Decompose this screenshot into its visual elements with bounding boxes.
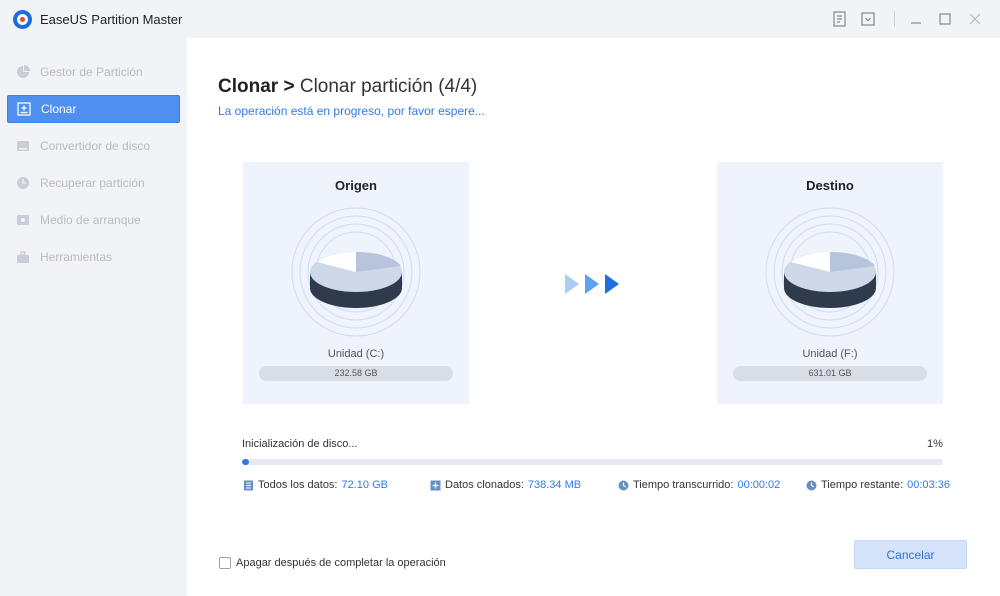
stat-cloned-value: 738.34 MB xyxy=(527,479,582,491)
sidebar-item-label: Gestor de Partición xyxy=(40,65,143,79)
clone-icon xyxy=(17,102,31,116)
sidebar-item-tools[interactable]: Herramientas xyxy=(7,243,180,271)
title-bar: EaseUS Partition Master xyxy=(0,0,1000,38)
progress-percent: 1% xyxy=(927,438,943,450)
source-disk-card: Origen Unidad (C:) 232.58 GB xyxy=(243,162,469,404)
minimize-icon[interactable] xyxy=(907,10,925,28)
source-capacity-badge: 232.58 GB xyxy=(259,366,453,381)
sidebar-item-recover-partition[interactable]: Recuperar partición xyxy=(7,169,180,197)
sidebar: Gestor de Partición Clonar Convertidor d… xyxy=(0,38,187,596)
sidebar-item-label: Herramientas xyxy=(40,250,113,264)
stat-remaining-time: Tiempo restante: 00:03:36 xyxy=(806,479,950,491)
disk-icon xyxy=(291,207,421,337)
source-drive-name: Unidad (C:) xyxy=(327,348,385,360)
clock-icon xyxy=(618,480,629,490)
sidebar-item-boot-media[interactable]: Medio de arranque xyxy=(7,206,180,234)
stat-elapsed-time: Tiempo transcurrido: 00:00:02 xyxy=(618,479,780,491)
stat-cloned-data: Datos clonados: 738.34 MB xyxy=(430,479,581,491)
clone-data-icon xyxy=(430,480,441,490)
feedback-icon[interactable] xyxy=(831,10,849,28)
target-title: Destino xyxy=(806,178,854,193)
sidebar-item-label: Recuperar partición xyxy=(40,176,145,190)
menu-dropdown-icon[interactable] xyxy=(859,10,877,28)
shutdown-checkbox[interactable] xyxy=(219,557,231,569)
progress-label: Inicialización de disco... xyxy=(242,438,358,450)
disk-convert-icon xyxy=(17,141,29,151)
app-logo-icon xyxy=(13,10,32,29)
sidebar-item-disk-converter[interactable]: Convertidor de disco xyxy=(7,132,180,160)
boot-media-icon xyxy=(17,215,29,225)
breadcrumb-parent: Clonar > xyxy=(218,76,295,97)
maximize-icon[interactable] xyxy=(936,10,954,28)
main-panel: Clonar > Clonar partición (4/4) La opera… xyxy=(187,38,1000,596)
app-title: EaseUS Partition Master xyxy=(40,12,183,27)
stat-cloned-label: Datos clonados: xyxy=(445,479,524,491)
clock-icon xyxy=(806,480,817,490)
toolbox-icon xyxy=(17,251,29,263)
transfer-arrows-icon xyxy=(565,274,619,294)
disk-icon xyxy=(765,207,895,337)
sidebar-item-label: Clonar xyxy=(41,102,77,116)
progress-bar xyxy=(242,459,943,465)
sidebar-item-clone[interactable]: Clonar xyxy=(7,95,180,123)
cancel-button[interactable]: Cancelar xyxy=(854,540,967,569)
document-icon xyxy=(244,480,253,490)
titlebar-separator xyxy=(894,11,895,27)
breadcrumb-current: Clonar partición (4/4) xyxy=(299,76,478,97)
target-drive-name: Unidad (F:) xyxy=(802,348,858,360)
source-title: Origen xyxy=(335,178,377,193)
pie-chart-icon xyxy=(17,65,30,78)
stat-total-value: 72.10 GB xyxy=(341,479,388,491)
sidebar-item-label: Medio de arranque xyxy=(40,213,141,227)
stat-elapsed-value: 00:00:02 xyxy=(737,479,781,491)
stat-elapsed-label: Tiempo transcurrido: xyxy=(633,479,734,491)
recover-icon xyxy=(17,177,29,189)
sidebar-item-partition-manager[interactable]: Gestor de Partición xyxy=(7,58,180,86)
shutdown-option[interactable]: Apagar después de completar la operación xyxy=(219,557,446,569)
progress-bar-fill xyxy=(242,459,249,465)
stat-total-label: Todos los datos: xyxy=(258,479,338,491)
stat-total-data: Todos los datos: 72.10 GB xyxy=(243,479,388,491)
target-disk-card: Destino Unidad (F:) 631.01 GB xyxy=(717,162,943,404)
page-title: Clonar > Clonar partición (4/4) xyxy=(218,76,477,98)
stat-remaining-label: Tiempo restante: xyxy=(821,479,904,491)
shutdown-label: Apagar después de completar la operación xyxy=(236,557,446,569)
sidebar-item-label: Convertidor de disco xyxy=(40,139,151,153)
stat-remaining-value: 00:03:36 xyxy=(907,479,950,491)
close-icon[interactable] xyxy=(966,10,984,28)
target-capacity-badge: 631.01 GB xyxy=(733,366,927,381)
status-message: La operación está en progreso, por favor… xyxy=(218,104,485,118)
